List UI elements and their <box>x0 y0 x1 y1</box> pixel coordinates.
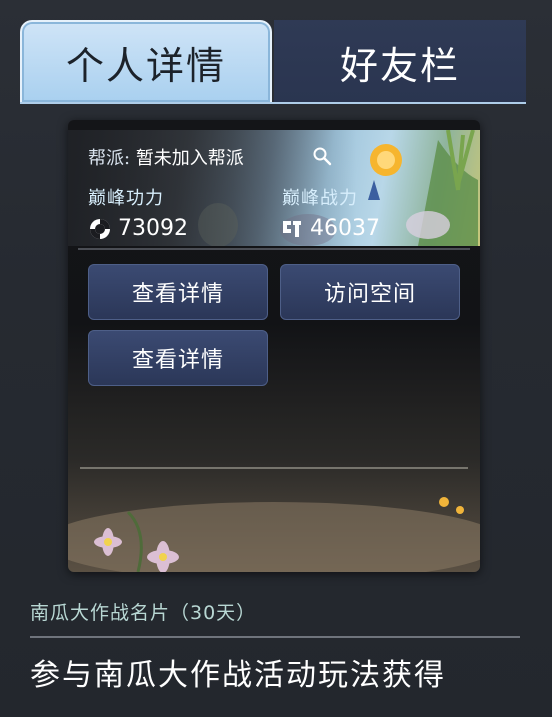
combat-power-stat: 46037 <box>280 216 380 241</box>
peak-power-value: 73092 <box>118 216 188 241</box>
visit-space-button[interactable]: 访问空间 <box>280 264 460 320</box>
card-banner: 帮派: 暂未加入帮派 巅峰功力 巅峰战力 73092 46037 <box>68 130 480 246</box>
name-card: 帮派: 暂未加入帮派 巅峰功力 巅峰战力 73092 46037 查看详情 访问… <box>68 120 480 572</box>
peak-power-icon <box>90 218 110 239</box>
guild-row: 帮派: 暂未加入帮派 <box>88 144 244 170</box>
combat-power-icon <box>283 220 301 237</box>
view-details-button-2[interactable]: 查看详情 <box>88 330 268 386</box>
divider <box>30 636 520 638</box>
peak-power-stat: 73092 <box>88 216 188 241</box>
view-details-button[interactable]: 查看详情 <box>88 264 268 320</box>
combat-power-label: 巅峰战力 <box>282 188 358 209</box>
tab-friends[interactable]: 好友栏 <box>274 20 526 104</box>
tab-underline <box>20 102 526 104</box>
tab-personal-details[interactable]: 个人详情 <box>20 20 272 104</box>
guild-value: 暂未加入帮派 <box>135 148 244 169</box>
item-name: 南瓜大作战名片（30天） <box>30 602 257 624</box>
search-icon[interactable] <box>312 146 332 166</box>
flower-decoration <box>68 497 480 572</box>
item-description: 参与南瓜大作战活动玩法获得 <box>30 658 446 693</box>
divider <box>78 248 470 250</box>
peak-power-label: 巅峰功力 <box>88 188 164 209</box>
guild-label: 帮派: <box>88 148 131 169</box>
divider <box>80 467 468 469</box>
tab-bar: 个人详情 好友栏 <box>20 20 526 104</box>
combat-power-value: 46037 <box>310 216 380 241</box>
